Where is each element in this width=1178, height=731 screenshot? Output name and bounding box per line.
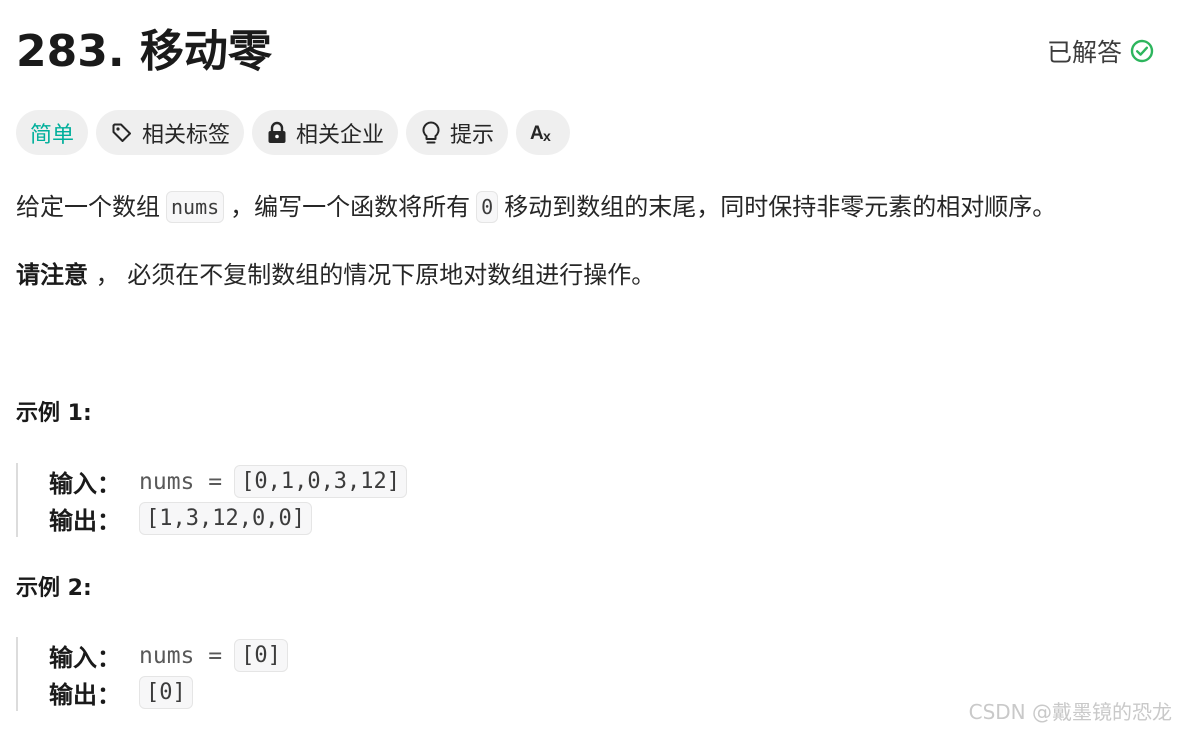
svg-text:x: x bbox=[543, 128, 551, 144]
translate-icon: A x bbox=[529, 121, 557, 145]
hint-button[interactable]: 提示 bbox=[406, 110, 509, 155]
related-topics-button[interactable]: 相关标签 bbox=[96, 110, 245, 155]
tag-bar: 简单 相关标签 相关企业 提示 A x bbox=[16, 110, 571, 155]
check-circle-icon bbox=[1130, 39, 1154, 63]
input-var: nums = bbox=[139, 468, 223, 495]
output-value: [1,3,12,0,0] bbox=[139, 502, 312, 535]
input-var: nums = bbox=[139, 642, 223, 669]
inline-code-nums: nums bbox=[166, 191, 225, 223]
related-topics-label: 相关标签 bbox=[142, 122, 231, 148]
example-2-title: 示例 2: bbox=[16, 576, 92, 601]
hint-label: 提示 bbox=[450, 122, 495, 148]
difficulty-badge[interactable]: 简单 bbox=[16, 110, 89, 155]
tag-icon bbox=[110, 121, 134, 145]
problem-note: 请注意 ， 必须在不复制数组的情况下原地对数组进行操作。 bbox=[16, 257, 655, 293]
description-text-2: ，编写一个函数将所有 bbox=[230, 193, 471, 221]
related-companies-button[interactable]: 相关企业 bbox=[252, 110, 399, 155]
lock-icon bbox=[266, 121, 288, 145]
problem-title: 283. 移动零 bbox=[16, 26, 272, 77]
translate-button[interactable]: A x bbox=[516, 110, 571, 155]
example-1-input: 输入： nums = [0,1,0,3,12] bbox=[49, 463, 408, 500]
output-label: 输出： bbox=[49, 507, 121, 535]
example-1-block: 输入： nums = [0,1,0,3,12] 输出： [1,3,12,0,0] bbox=[16, 463, 408, 537]
input-value: [0] bbox=[234, 639, 288, 672]
solved-label: 已解答 bbox=[1046, 38, 1122, 67]
description-text-3: 移动到数组的末尾，同时保持非零元素的相对顺序。 bbox=[504, 193, 1057, 221]
example-2-input: 输入： nums = [0] bbox=[49, 637, 288, 674]
input-label: 输入： bbox=[49, 470, 121, 498]
inline-code-zero: 0 bbox=[476, 191, 499, 223]
solved-status: 已解答 bbox=[1047, 33, 1154, 69]
example-1-title: 示例 1: bbox=[16, 401, 92, 426]
lightbulb-icon bbox=[420, 120, 442, 146]
example-1-output: 输出： [1,3,12,0,0] bbox=[49, 500, 407, 537]
watermark: CSDN @戴墨镜的恐龙 bbox=[968, 700, 1172, 724]
problem-description: 给定一个数组 nums ，编写一个函数将所有 0 移动到数组的末尾，同时保持非零元素的相… bbox=[16, 189, 1056, 225]
example-2-block: 输入： nums = [0] 输出： [0] bbox=[16, 637, 288, 711]
example-2-output: 输出： [0] bbox=[49, 674, 288, 711]
svg-text:A: A bbox=[530, 123, 544, 144]
input-value: [0,1,0,3,12] bbox=[234, 465, 408, 498]
note-emphasis: 请注意 bbox=[16, 261, 88, 289]
input-label: 输入： bbox=[49, 644, 121, 672]
note-text: ， 必须在不复制数组的情况下原地对数组进行操作。 bbox=[88, 261, 656, 289]
output-value: [0] bbox=[139, 676, 193, 709]
output-label: 输出： bbox=[49, 681, 121, 709]
related-companies-label: 相关企业 bbox=[296, 122, 385, 148]
difficulty-label: 简单 bbox=[30, 122, 75, 148]
description-text-1: 给定一个数组 bbox=[16, 193, 160, 221]
